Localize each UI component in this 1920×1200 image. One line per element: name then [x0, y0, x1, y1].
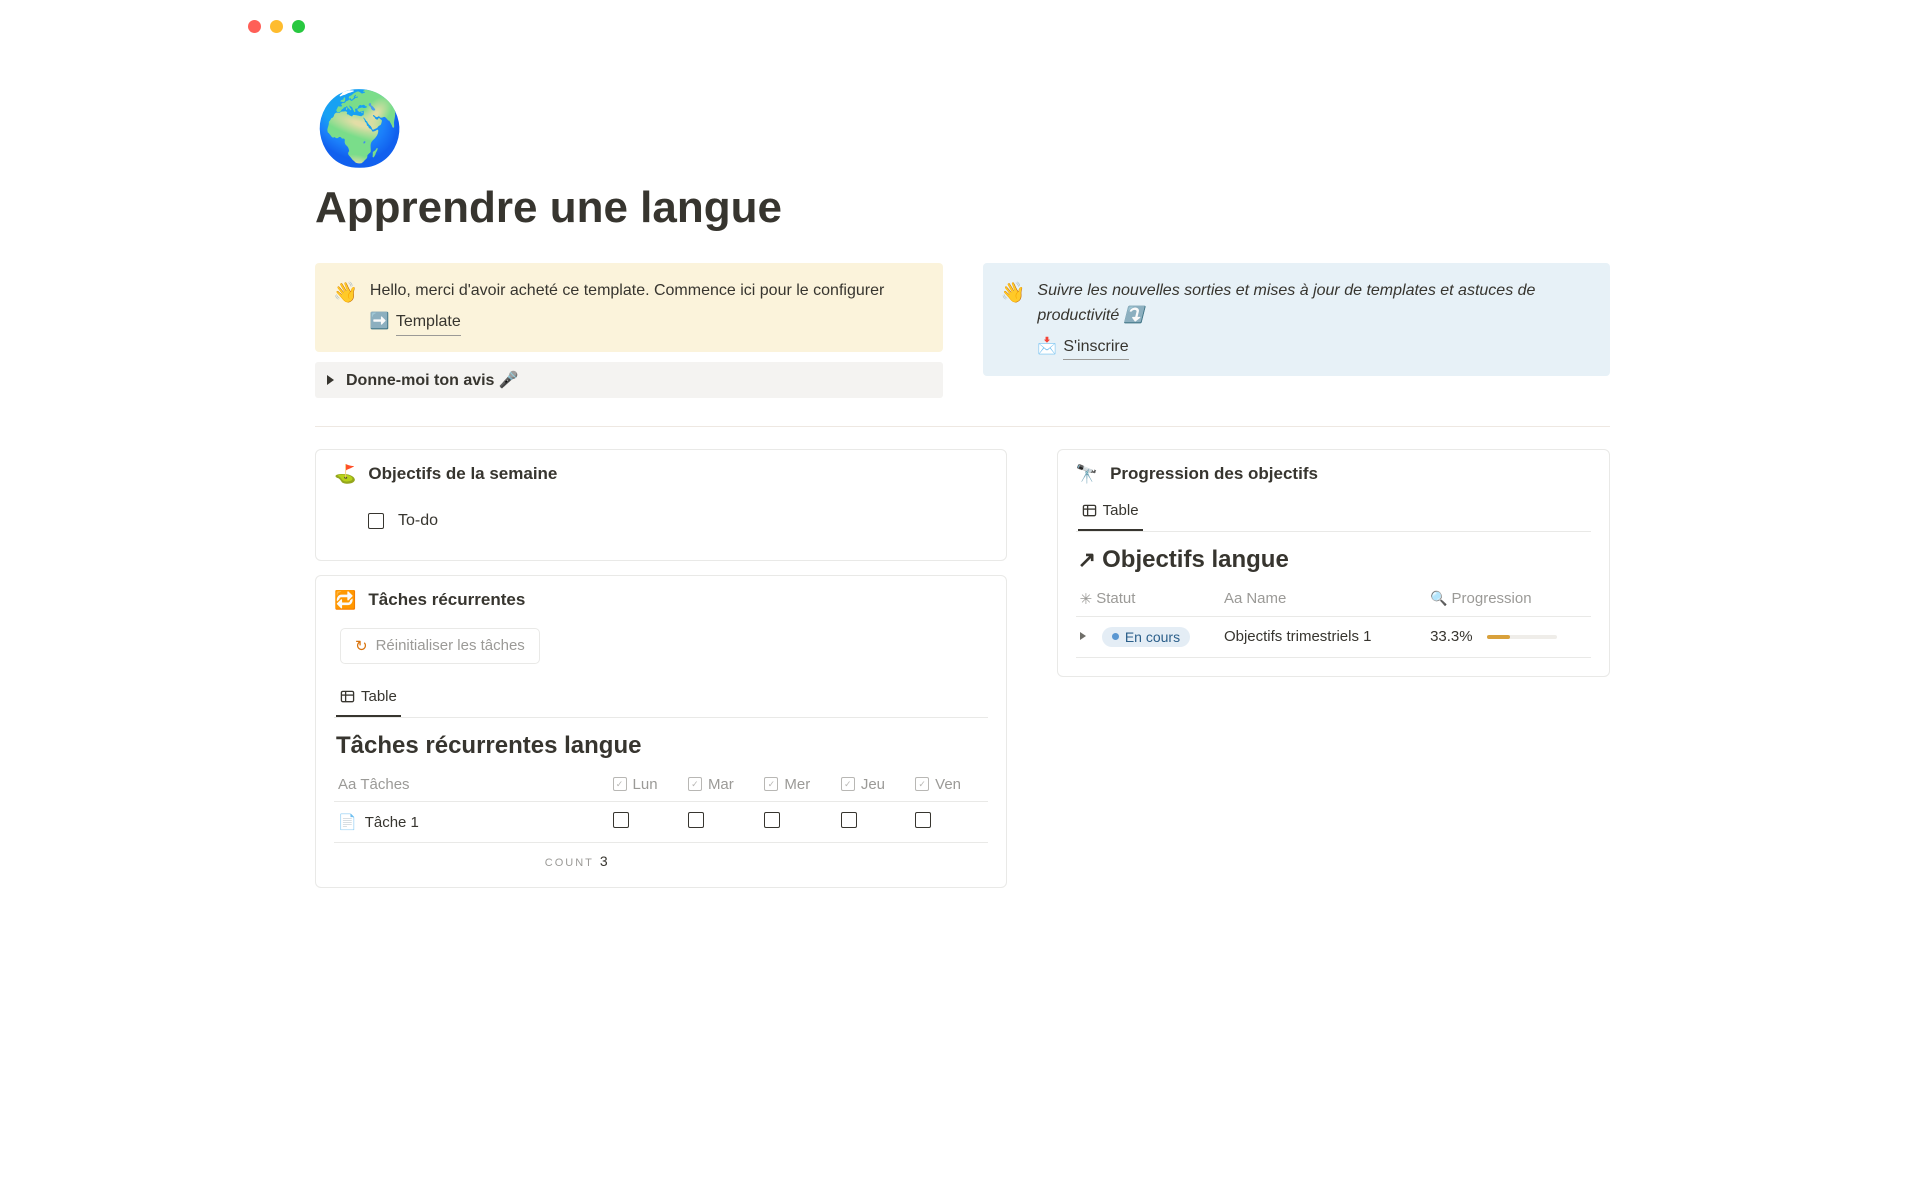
table-row[interactable]: 📄 Tâche 1 [334, 802, 988, 843]
col-jeu[interactable]: Jeu [861, 776, 885, 793]
col-ven[interactable]: Ven [935, 776, 961, 793]
flag-icon: ⛳ [334, 465, 356, 483]
maximize-icon[interactable] [292, 20, 305, 33]
wave-icon: 👋 [333, 279, 358, 336]
checkbox-jeu[interactable] [841, 812, 857, 828]
todo-label: To-do [398, 512, 438, 530]
progress-table: ✳Statut AaName 🔍 Progression [1076, 582, 1591, 658]
recurring-db-title[interactable]: Tâches récurrentes langue [336, 732, 988, 760]
expand-icon[interactable] [1080, 632, 1086, 640]
subscribe-text: Suivre les nouvelles sorties et mises à … [1037, 279, 1592, 329]
checkbox-mer[interactable] [764, 812, 780, 828]
tab-table[interactable]: Table [336, 682, 401, 717]
progress-card: 🔭 Progression des objectifs Table ↗Objec… [1057, 449, 1610, 677]
table-icon [340, 689, 355, 704]
feedback-label: Donne-moi ton avis 🎤 [346, 370, 519, 390]
subscribe-callout: 👋 Suivre les nouvelles sorties et mises … [983, 263, 1611, 376]
progress-db-title[interactable]: ↗Objectifs langue [1078, 546, 1591, 574]
tab-label: Table [361, 688, 397, 705]
repeat-icon: 🔁 [334, 591, 356, 609]
checkbox-icon: ✓ [915, 777, 929, 791]
checkbox-icon: ✓ [613, 777, 627, 791]
reload-icon: ↻ [355, 637, 368, 655]
wave-icon: 👋 [1001, 279, 1026, 360]
template-link[interactable]: Template [396, 310, 461, 336]
recurring-title: Tâches récurrentes [368, 590, 525, 610]
weekly-objectives-card: ⛳ Objectifs de la semaine To-do [315, 449, 1007, 561]
status-icon: ✳ [1080, 590, 1093, 608]
page-emoji-icon[interactable]: 🌍 [315, 93, 1610, 165]
divider [315, 426, 1610, 427]
welcome-text: Hello, merci d'avoir acheté ce template.… [370, 279, 925, 304]
col-lun[interactable]: Lun [633, 776, 658, 793]
checkbox-icon: ✓ [688, 777, 702, 791]
binoculars-icon: 🔭 [1076, 465, 1098, 483]
progress-percent: 33.3% [1430, 628, 1473, 645]
feedback-toggle[interactable]: Donne-moi ton avis 🎤 [315, 362, 943, 398]
progress-title: Progression des objectifs [1110, 464, 1318, 484]
status-badge: En cours [1102, 627, 1190, 647]
recurring-table: AaTâches ✓ Lun ✓ Mar ✓ Mer ✓ Jeu ✓ Ven 📄 Tâche… [334, 768, 988, 844]
col-tasks[interactable]: Tâches [360, 776, 409, 793]
col-progression[interactable]: Progression [1452, 590, 1532, 607]
todo-item[interactable]: To-do [334, 488, 988, 542]
status-dot-icon [1112, 633, 1119, 640]
arrow-icon: ➡️ [370, 310, 390, 335]
checkbox-icon: ✓ [764, 777, 778, 791]
checkbox-ven[interactable] [915, 812, 931, 828]
page-title[interactable]: Apprendre une langue [315, 183, 1610, 233]
open-link-icon: ↗ [1078, 547, 1096, 572]
text-icon: Aa [338, 776, 356, 793]
search-icon: 🔍 [1430, 590, 1447, 607]
mail-icon: 📩 [1037, 335, 1057, 360]
task-name: Tâche 1 [365, 814, 419, 831]
window-controls [220, 0, 1700, 33]
checkbox-lun[interactable] [613, 812, 629, 828]
objective-name: Objectifs trimestriels 1 [1220, 616, 1426, 657]
subscribe-link[interactable]: S'inscrire [1063, 335, 1128, 361]
col-mar[interactable]: Mar [708, 776, 734, 793]
minimize-icon[interactable] [270, 20, 283, 33]
table-icon [1082, 503, 1097, 518]
col-name[interactable]: Name [1246, 590, 1286, 607]
tab-label: Table [1103, 502, 1139, 519]
checkbox-icon: ✓ [841, 777, 855, 791]
count-summary: COUNT3 [334, 853, 988, 869]
weekly-title: Objectifs de la semaine [368, 464, 557, 484]
reset-tasks-button[interactable]: ↻ Réinitialiser les tâches [340, 628, 540, 664]
welcome-callout: 👋 Hello, merci d'avoir acheté ce templat… [315, 263, 943, 352]
col-status[interactable]: Statut [1096, 590, 1135, 607]
checkbox-icon[interactable] [368, 513, 384, 529]
tab-table[interactable]: Table [1078, 496, 1143, 531]
page-icon: 📄 [338, 814, 357, 831]
table-row[interactable]: En cours Objectifs trimestriels 1 33.3% [1076, 616, 1591, 657]
recurring-tasks-card: 🔁 Tâches récurrentes ↻ Réinitialiser les… [315, 575, 1007, 889]
text-icon: Aa [1224, 590, 1242, 607]
close-icon[interactable] [248, 20, 261, 33]
reset-label: Réinitialiser les tâches [376, 637, 525, 654]
chevron-right-icon [327, 375, 334, 385]
checkbox-mar[interactable] [688, 812, 704, 828]
progress-bar [1487, 635, 1557, 639]
col-mer[interactable]: Mer [784, 776, 810, 793]
